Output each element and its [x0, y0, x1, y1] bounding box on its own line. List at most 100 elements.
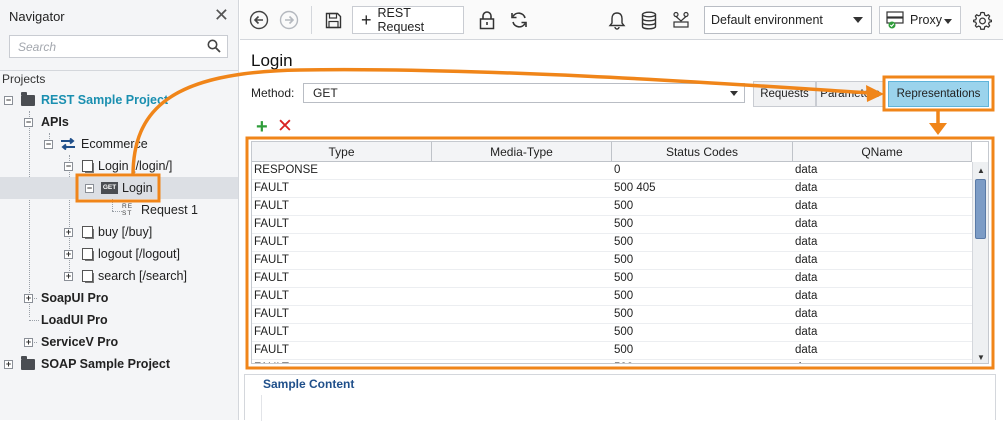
refresh-button[interactable]: [508, 6, 530, 34]
tree-item-rest-sample-project[interactable]: REST Sample Project: [21, 89, 168, 111]
plus-icon: +: [361, 10, 372, 30]
proxy-button[interactable]: Proxy: [879, 6, 961, 34]
table-row[interactable]: FAULT 500 405 data: [252, 180, 972, 198]
table-cell: 500: [614, 272, 634, 284]
expand-icon[interactable]: +: [24, 338, 33, 347]
database-button[interactable]: [638, 6, 660, 34]
forward-button[interactable]: [278, 6, 300, 34]
table-cell: FAULT: [254, 200, 289, 212]
search-icon: [207, 39, 221, 53]
back-button[interactable]: [248, 6, 270, 34]
tree-item-label: SoapUI Pro: [41, 291, 109, 305]
add-representation-button[interactable]: +: [256, 117, 268, 137]
tree-item-label: Login: [122, 181, 153, 195]
chevron-down-icon: [944, 19, 952, 24]
vertical-scrollbar[interactable]: ▲ ▼: [972, 162, 988, 363]
tree-item-login-method[interactable]: GET Login: [101, 177, 153, 199]
expand-icon[interactable]: +: [64, 250, 73, 259]
table-cell: data: [795, 182, 818, 194]
table-row[interactable]: FAULT500data: [252, 342, 972, 360]
expand-icon[interactable]: +: [64, 228, 73, 237]
table-row[interactable]: FAULT500data: [252, 360, 972, 363]
table-cell: 500: [614, 290, 634, 302]
tree-item-logout[interactable]: logout [/logout]: [82, 243, 180, 265]
tree-guide: [29, 111, 30, 317]
close-icon[interactable]: ✕: [214, 6, 229, 24]
notifications-button[interactable]: [606, 6, 628, 34]
table-row[interactable]: FAULT500data: [252, 252, 972, 270]
table-header: Type Media-Type Status Codes QName: [252, 142, 972, 162]
resource-icon: [82, 226, 94, 239]
tab-parameters[interactable]: Parameters: [816, 81, 884, 107]
resource-icon: [82, 160, 94, 173]
service-map-button[interactable]: [670, 6, 692, 34]
lock-button[interactable]: [476, 6, 498, 34]
settings-button[interactable]: [971, 6, 993, 34]
search-placeholder: Search: [18, 39, 57, 54]
table-row[interactable]: FAULT500data: [252, 306, 972, 324]
environment-select[interactable]: Default environment: [704, 6, 872, 34]
tree-item-search[interactable]: search [/search]: [82, 265, 187, 287]
table-cell: [432, 360, 612, 363]
expand-icon[interactable]: +: [4, 360, 13, 369]
table-cell: [432, 234, 612, 252]
table-cell: [432, 216, 612, 234]
table-row[interactable]: FAULT500data: [252, 234, 972, 252]
table-cell: FAULT: [254, 272, 289, 284]
table-cell: FAULT: [254, 326, 289, 338]
table-row[interactable]: FAULT500data: [252, 288, 972, 306]
table-cell: [432, 288, 612, 306]
method-select[interactable]: GET: [303, 83, 745, 103]
table-row[interactable]: FAULT500data: [252, 216, 972, 234]
environment-value: Default environment: [711, 13, 823, 27]
tree-item-login-resource[interactable]: Login [/login/]: [82, 155, 172, 177]
table-cell: data: [795, 308, 818, 320]
expand-icon[interactable]: +: [24, 294, 33, 303]
tree-item-soapui-pro[interactable]: SoapUI Pro: [41, 287, 108, 309]
tab-requests[interactable]: Requests: [753, 81, 816, 107]
collapse-icon[interactable]: −: [85, 184, 94, 193]
delete-representation-button[interactable]: ✕: [277, 117, 293, 137]
table-cell: [432, 198, 612, 216]
tab-label: Representations: [896, 88, 981, 100]
resource-icon: [82, 270, 94, 283]
collapse-icon[interactable]: −: [44, 140, 53, 149]
projects-label: Projects: [0, 70, 239, 88]
tab-label: Requests: [760, 88, 809, 100]
column-header-type[interactable]: Type: [252, 142, 432, 162]
table-row[interactable]: FAULT500data: [252, 324, 972, 342]
tree-item-servicev-pro[interactable]: ServiceV Pro: [41, 331, 118, 353]
table-cell: 500 405: [614, 182, 656, 194]
rest-request-button[interactable]: + REST Request: [352, 6, 464, 34]
table-cell: [432, 306, 612, 324]
scrollbar-thumb[interactable]: [975, 179, 986, 239]
collapse-icon[interactable]: −: [64, 162, 73, 171]
collapse-icon[interactable]: −: [4, 96, 13, 105]
method-value: GET: [313, 86, 338, 100]
expand-icon[interactable]: +: [64, 272, 73, 281]
table-cell: data: [793, 360, 972, 363]
table-cell: 500: [614, 254, 634, 266]
table-row[interactable]: FAULT500data: [252, 198, 972, 216]
column-header-media-type[interactable]: Media-Type: [432, 142, 612, 162]
scroll-down-icon[interactable]: ▼: [974, 350, 988, 363]
sample-content-editor[interactable]: [261, 395, 989, 421]
tree-item-loadui-pro[interactable]: LoadUI Pro: [41, 309, 108, 331]
column-header-status-codes[interactable]: Status Codes: [612, 142, 793, 162]
tree-item-label: ServiceV Pro: [41, 335, 119, 349]
search-input[interactable]: Search: [9, 35, 228, 58]
column-header-qname[interactable]: QName: [793, 142, 972, 162]
tab-representations[interactable]: Representations: [888, 81, 989, 107]
sample-content-label: Sample Content: [263, 377, 355, 391]
save-button[interactable]: [322, 6, 344, 34]
table-row[interactable]: FAULT500data: [252, 270, 972, 288]
forward-arrow-icon: [279, 10, 299, 30]
table-row[interactable]: RESPONSE 0 data: [252, 162, 972, 180]
tree-item-request-1[interactable]: RE ST Request 1: [122, 199, 198, 221]
scroll-up-icon[interactable]: ▲: [974, 163, 988, 177]
tree-item-apis[interactable]: APIs: [41, 111, 69, 133]
collapse-icon[interactable]: −: [24, 118, 33, 127]
tree-item-ecommerce[interactable]: Ecommerce: [60, 133, 148, 155]
tree-item-buy[interactable]: buy [/buy]: [82, 221, 152, 243]
tree-item-soap-sample-project[interactable]: SOAP Sample Project: [21, 353, 170, 375]
